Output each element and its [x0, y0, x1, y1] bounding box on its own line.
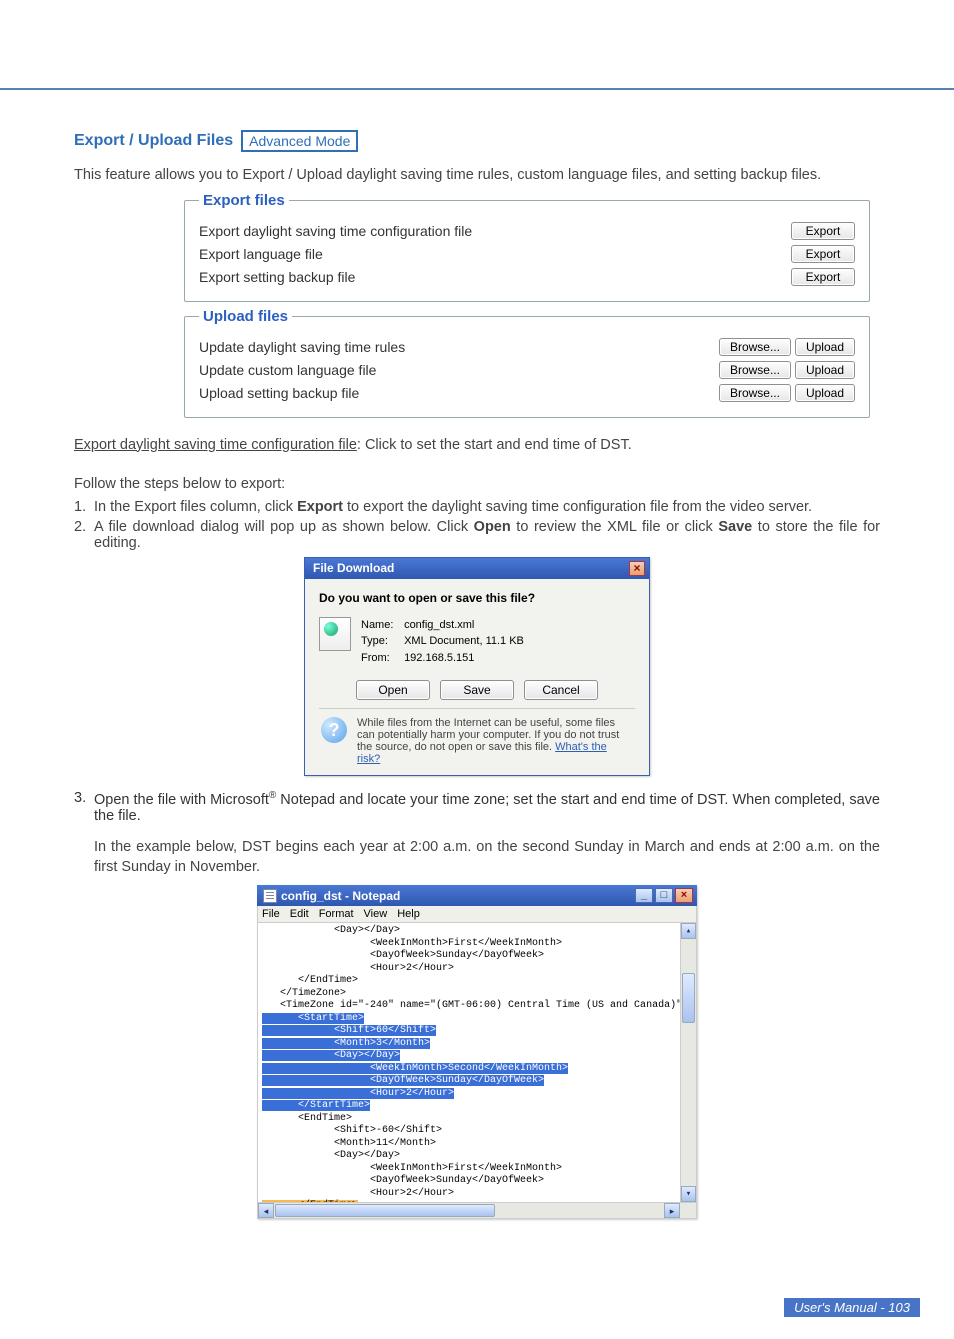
notepad-text-area[interactable]: <Day></Day> <WeekInMonth>First</WeekInMo… [257, 923, 697, 1203]
menu-view[interactable]: View [364, 908, 388, 920]
close-icon[interactable]: × [629, 561, 645, 576]
notepad-icon [263, 889, 277, 903]
upload-files-panel: Upload files Update daylight saving time… [184, 308, 870, 418]
scroll-corner [680, 1203, 696, 1218]
step-1-number: 1. [74, 499, 94, 515]
upload-backup-button[interactable]: Upload [795, 384, 855, 402]
scroll-down-icon[interactable]: ▾ [681, 1186, 696, 1202]
export-dst-rest: : Click to set the start and end time of… [357, 437, 632, 453]
file-download-meta: Name: config_dst.xml Type: XML Document,… [361, 617, 524, 667]
step-3-number: 3. [74, 790, 94, 824]
upload-dst-label: Update daylight saving time rules [199, 339, 719, 355]
upload-files-legend: Upload files [199, 308, 292, 325]
start-time-highlight: <StartTime> <Shift>60</Shift> <Month>3</… [262, 1013, 568, 1112]
vertical-scrollbar[interactable]: ▴▾ [680, 923, 696, 1202]
upload-backup-label: Upload setting backup file [199, 385, 719, 401]
upload-dst-button[interactable]: Upload [795, 338, 855, 356]
scroll-left-icon[interactable]: ◂ [258, 1203, 274, 1218]
page-footer: User's Manual - 103 [784, 1298, 920, 1317]
export-dst-config-line: Export daylight saving time configuratio… [74, 436, 880, 456]
upload-row-lang: Update custom language file Browse... Up… [199, 361, 855, 379]
scroll-right-icon[interactable]: ▸ [664, 1203, 680, 1218]
browse-lang-button[interactable]: Browse... [719, 361, 791, 379]
minimize-icon[interactable]: _ [635, 888, 653, 903]
export-files-legend: Export files [199, 192, 289, 209]
top-band [0, 0, 954, 90]
menu-edit[interactable]: Edit [290, 908, 309, 920]
section-title: Export / Upload Files [74, 132, 233, 150]
help-icon: ? [321, 717, 347, 743]
upload-row-dst: Update daylight saving time rules Browse… [199, 338, 855, 356]
export-backup-label: Export setting backup file [199, 269, 791, 285]
file-download-question: Do you want to open or save this file? [319, 591, 635, 605]
export-lang-label: Export language file [199, 246, 791, 262]
export-dst-underlined: Export daylight saving time configuratio… [74, 437, 357, 453]
notepad-title: config_dst - Notepad [281, 889, 400, 903]
export-row-backup: Export setting backup file Export [199, 268, 855, 286]
upload-lang-button[interactable]: Upload [795, 361, 855, 379]
export-files-panel: Export files Export daylight saving time… [184, 192, 870, 302]
upload-lang-label: Update custom language file [199, 362, 719, 378]
dialog-separator [319, 708, 635, 709]
browse-dst-button[interactable]: Browse... [719, 338, 791, 356]
upload-row-backup: Upload setting backup file Browse... Upl… [199, 384, 855, 402]
browse-backup-button[interactable]: Browse... [719, 384, 791, 402]
example-paragraph: In the example below, DST begins each ye… [94, 838, 880, 877]
menu-help[interactable]: Help [397, 908, 420, 920]
export-backup-button[interactable]: Export [791, 268, 855, 286]
close-window-icon[interactable]: × [675, 888, 693, 903]
step-2-text: A file download dialog will pop up as sh… [94, 519, 880, 551]
save-button[interactable]: Save [440, 680, 514, 700]
scroll-up-icon[interactable]: ▴ [681, 923, 696, 939]
file-download-title: File Download [313, 561, 394, 575]
scroll-thumb[interactable] [682, 973, 695, 1023]
maximize-icon[interactable]: □ [655, 888, 673, 903]
export-dst-button[interactable]: Export [791, 222, 855, 240]
file-download-warning: While files from the Internet can be use… [357, 717, 633, 765]
notepad-titlebar[interactable]: config_dst - Notepad _ □ × [257, 885, 697, 906]
export-row-dst: Export daylight saving time configuratio… [199, 222, 855, 240]
step-1-text: In the Export files column, click Export… [94, 499, 880, 515]
intro-paragraph: This feature allows you to Export / Uplo… [74, 166, 880, 186]
file-download-titlebar[interactable]: File Download × [305, 558, 649, 579]
notepad-window: config_dst - Notepad _ □ × File Edit For… [257, 885, 697, 1219]
cancel-button[interactable]: Cancel [524, 680, 598, 700]
menu-format[interactable]: Format [319, 908, 354, 920]
step-3-text: Open the file with Microsoft® Notepad an… [94, 790, 880, 824]
file-type-icon [319, 617, 351, 651]
step-2-number: 2. [74, 519, 94, 551]
horizontal-scrollbar[interactable]: ◂ ▸ [257, 1203, 697, 1219]
export-dst-label: Export daylight saving time configuratio… [199, 223, 791, 239]
hscroll-thumb[interactable] [275, 1204, 495, 1217]
export-row-lang: Export language file Export [199, 245, 855, 263]
open-button[interactable]: Open [356, 680, 430, 700]
notepad-menubar[interactable]: File Edit Format View Help [257, 906, 697, 923]
advanced-mode-badge: Advanced Mode [241, 130, 358, 152]
follow-steps-intro: Follow the steps below to export: [74, 475, 880, 495]
menu-file[interactable]: File [262, 908, 280, 920]
export-lang-button[interactable]: Export [791, 245, 855, 263]
file-download-dialog: File Download × Do you want to open or s… [304, 557, 650, 777]
